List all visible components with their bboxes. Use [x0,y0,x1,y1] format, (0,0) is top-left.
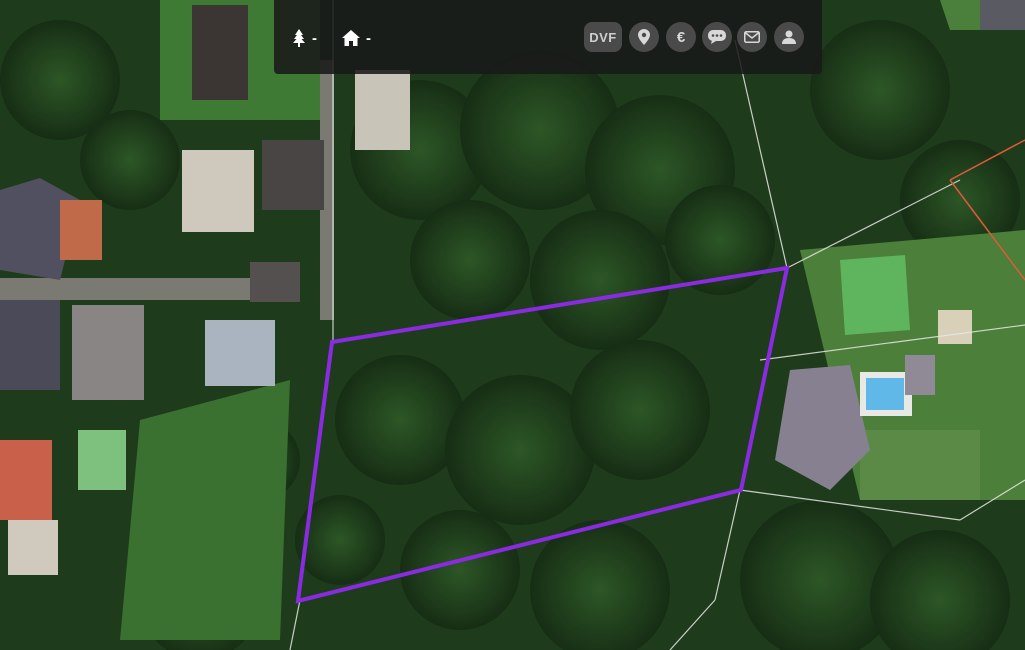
euro-button[interactable]: € [666,22,696,52]
dvf-button[interactable]: DVF [584,22,622,52]
tree-count: - [312,29,317,47]
user-icon [782,30,796,44]
chat-button[interactable] [702,22,732,52]
location-pin-button[interactable] [629,22,659,52]
mail-icon [744,31,760,43]
chat-icon [708,30,726,44]
euro-icon: € [676,28,686,46]
dvf-label: DVF [589,29,617,45]
map-toolbar: - - DVF € [274,0,822,74]
house-icon [342,30,360,46]
tree-count-stat: - [292,26,317,50]
tree-icon [292,29,306,47]
satellite-map[interactable] [0,0,1025,650]
house-count: - [366,29,371,47]
mail-button[interactable] [737,22,767,52]
house-count-stat: - [342,26,371,50]
user-button[interactable] [774,22,804,52]
location-pin-icon [638,29,650,45]
